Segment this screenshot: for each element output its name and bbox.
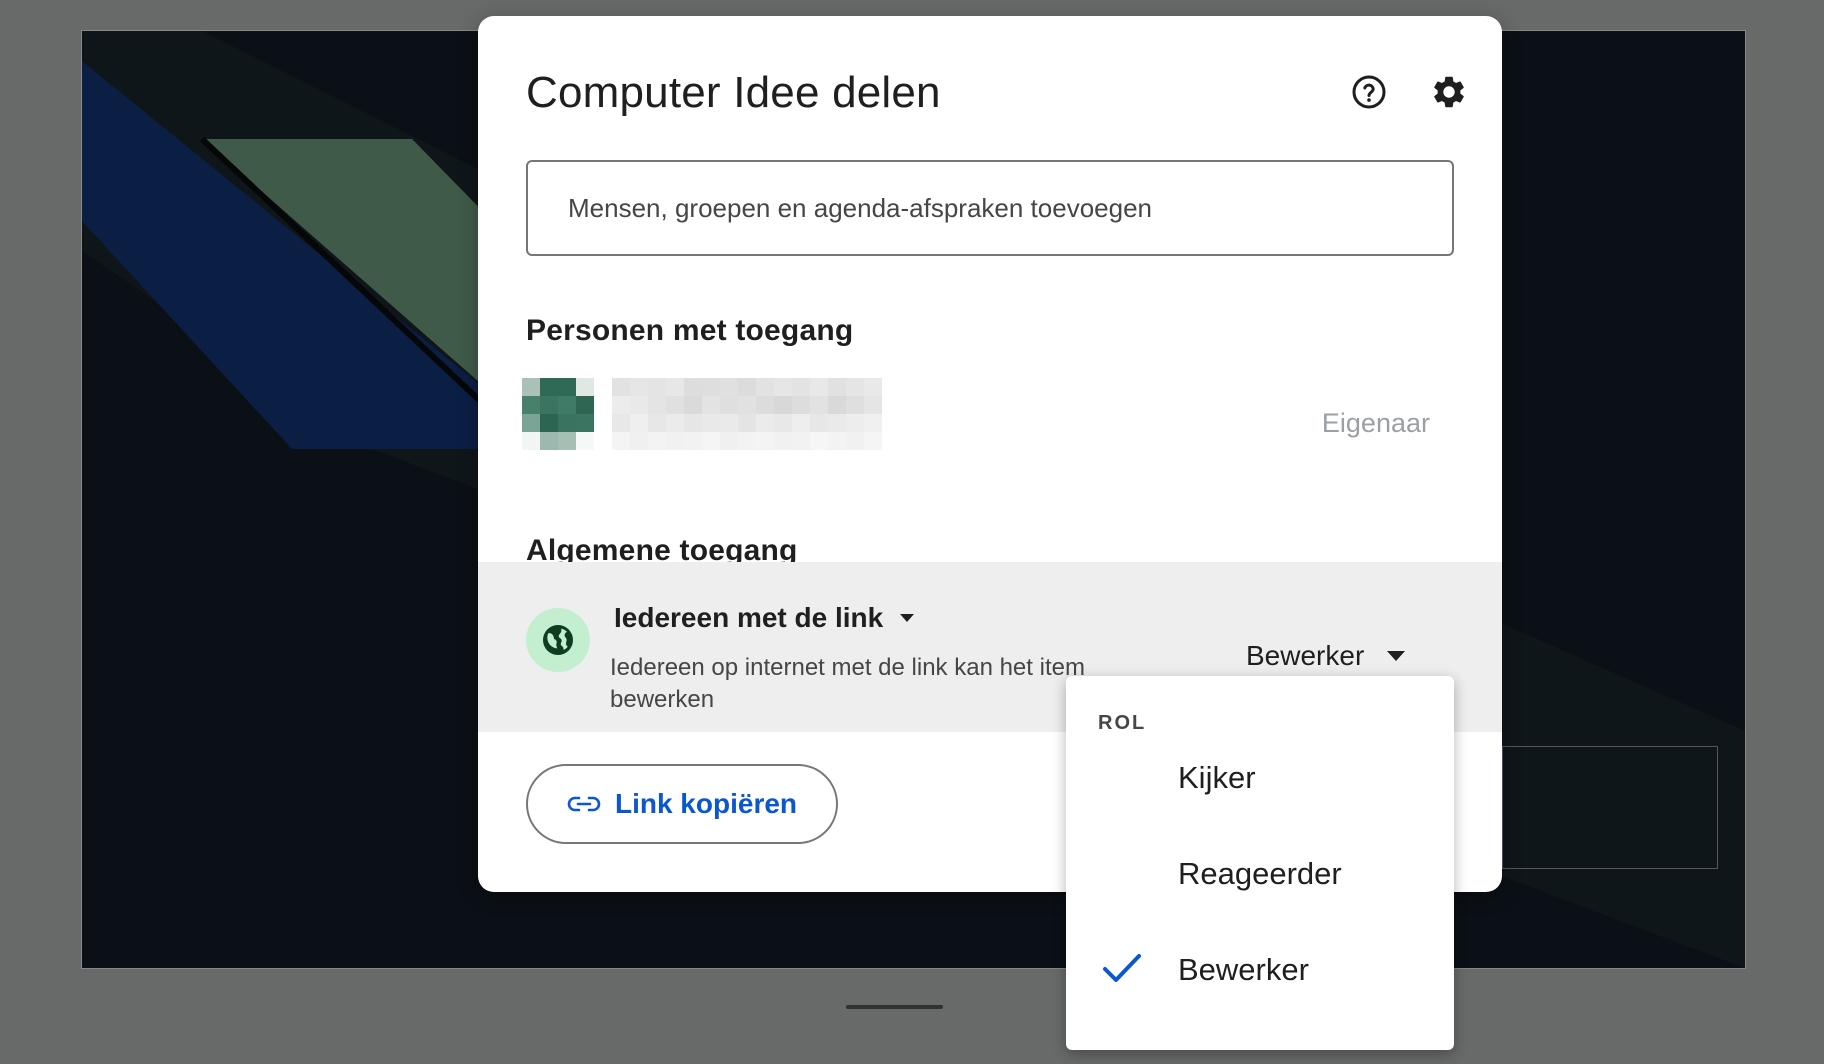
slide-placeholder-box — [1502, 746, 1718, 869]
avatar — [522, 378, 594, 450]
role-option-bewerker[interactable]: Bewerker — [1066, 930, 1454, 1010]
role-option-label: Kijker — [1178, 760, 1256, 795]
resize-handle[interactable] — [846, 1005, 943, 1009]
owner-role-label: Eigenaar — [1321, 408, 1430, 438]
role-option-label: Reageerder — [1178, 856, 1342, 891]
people-with-access-heading: Personen met toegang — [526, 314, 854, 347]
role-option-kijker[interactable]: Kijker — [1066, 738, 1454, 818]
role-option-label: Bewerker — [1178, 952, 1309, 987]
help-button[interactable] — [1341, 64, 1397, 120]
caret-down-icon — [1387, 651, 1406, 661]
add-people-input[interactable] — [526, 160, 1454, 256]
settings-button[interactable] — [1421, 64, 1477, 120]
role-menu-heading: ROL — [1098, 712, 1147, 734]
role-dropdown-label: Bewerker — [1246, 640, 1365, 671]
caret-down-icon — [900, 614, 915, 622]
screen: Computer Idee delen Personen met toegang — [0, 0, 1824, 1064]
dialog-title: Computer Idee delen — [526, 68, 941, 117]
access-scope-dropdown[interactable]: Iedereen met de link — [614, 602, 917, 634]
globe-icon — [543, 625, 573, 655]
globe-badge — [526, 608, 590, 672]
copy-link-label: Link kopiëren — [614, 788, 798, 819]
copy-link-button[interactable]: Link kopiëren — [526, 764, 838, 844]
role-option-reageerder[interactable]: Reageerder — [1066, 834, 1454, 914]
help-circle-icon — [1352, 75, 1386, 109]
role-dropdown[interactable]: Bewerker — [1246, 640, 1408, 672]
checkmark-icon — [1103, 954, 1141, 982]
owner-name-redacted — [612, 378, 882, 450]
access-scope-label: Iedereen met de link — [614, 602, 884, 633]
gear-icon — [1434, 76, 1464, 108]
link-icon — [567, 796, 601, 812]
